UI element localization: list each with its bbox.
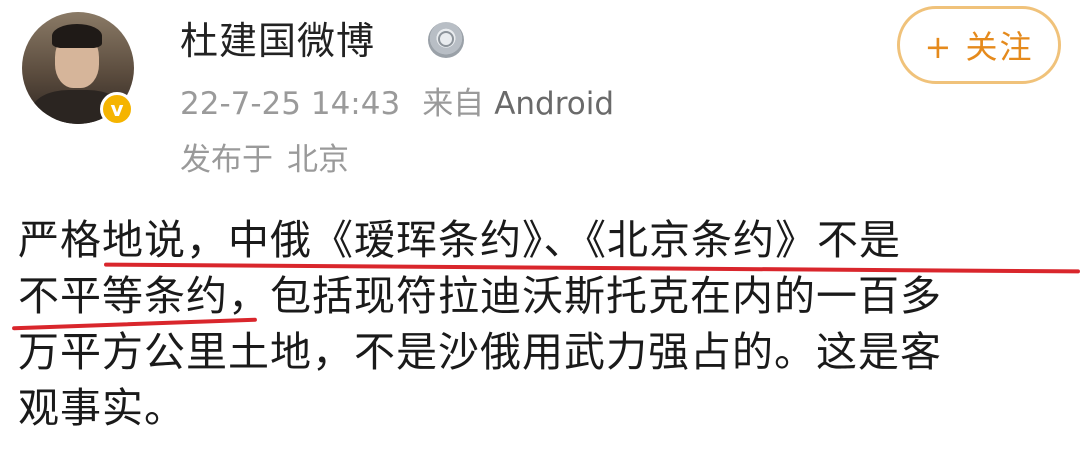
weibo-post: v 杜建国微博 22-7-25 14:43 来自 Android 发布于 北京 + 关… bbox=[0, 0, 1080, 470]
verified-badge-icon: v bbox=[100, 92, 134, 126]
post-timestamp: 22-7-25 14:43 bbox=[180, 86, 401, 122]
location-city: 北京 bbox=[287, 142, 349, 178]
username[interactable]: 杜建国微博 bbox=[180, 18, 375, 64]
post-meta: 22-7-25 14:43 来自 Android bbox=[180, 84, 614, 124]
content-line: 严格地说，中俄《瑷珲条约》、《北京条约》不是 bbox=[18, 216, 901, 264]
follow-button[interactable]: + 关注 bbox=[897, 6, 1061, 84]
post-location: 发布于 北京 bbox=[180, 140, 349, 180]
content-line: 万平方公里土地，不是沙俄用武力强占的。这是客 bbox=[18, 328, 942, 376]
source-name: Android bbox=[494, 86, 615, 122]
location-label: 发布于 bbox=[180, 142, 273, 178]
avatar-hair-shape bbox=[52, 24, 102, 48]
medal-icon[interactable] bbox=[428, 22, 464, 58]
source-label: 来自 bbox=[422, 86, 485, 122]
content-line: 观事实。 bbox=[18, 384, 186, 432]
content-line: 不平等条约，包括现符拉迪沃斯托克在内的一百多 bbox=[18, 272, 942, 320]
